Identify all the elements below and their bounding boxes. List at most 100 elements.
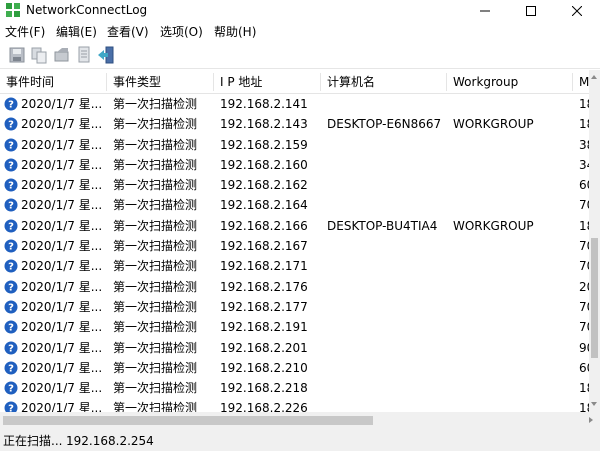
cell-workgroup: WORKGROUP bbox=[453, 218, 534, 233]
cell-event-type: 第一次扫描检测 bbox=[113, 320, 198, 335]
vertical-scroll-thumb[interactable] bbox=[591, 238, 598, 358]
menu-help[interactable]: 帮助(H) bbox=[214, 24, 256, 40]
cell-event-time: 2020/1/7 星... bbox=[21, 198, 103, 213]
table-row[interactable]: ? 2020/1/7 星... 第一次扫描检测 192.168.2.210 60 bbox=[0, 358, 589, 378]
table-row[interactable]: ? 2020/1/7 星... 第一次扫描检测 192.168.2.143 DESKTO… bbox=[0, 114, 589, 134]
network-app-icon bbox=[6, 3, 20, 17]
cell-computer-name bbox=[327, 317, 446, 337]
cell-event-time: 2020/1/7 星... bbox=[21, 259, 103, 274]
minimize-button[interactable] bbox=[462, 0, 508, 21]
question-icon: ? bbox=[4, 259, 18, 273]
table-row[interactable]: ? 2020/1/7 星... 第一次扫描检测 192.168.2.164 70 bbox=[0, 195, 589, 215]
table-row[interactable]: ? 2020/1/7 星... 第一次扫描检测 192.168.2.191 70 bbox=[0, 317, 589, 337]
cell-event-type: 第一次扫描检测 bbox=[113, 137, 198, 152]
column-header-m[interactable]: M bbox=[573, 70, 589, 94]
status-ip: 192.168.2.254 bbox=[66, 434, 154, 448]
cell-workgroup bbox=[453, 94, 572, 114]
horizontal-scrollbar[interactable] bbox=[0, 412, 600, 430]
question-icon: ? bbox=[4, 97, 18, 111]
cell-event-time: 2020/1/7 星... bbox=[21, 279, 103, 294]
cell-m: 60 bbox=[579, 178, 589, 193]
event-list[interactable]: 事件时间 事件类型 I P 地址 计算机名 Workgroup M ? 2020/… bbox=[0, 70, 589, 412]
cell-m: 90 bbox=[579, 340, 589, 355]
svg-text:?: ? bbox=[8, 201, 14, 212]
svg-text:?: ? bbox=[8, 363, 14, 374]
column-header-computer-name[interactable]: 计算机名 bbox=[321, 70, 446, 94]
close-button[interactable] bbox=[554, 0, 600, 21]
html-report-icon bbox=[78, 46, 90, 63]
column-header-workgroup[interactable]: Workgroup bbox=[447, 70, 572, 94]
question-icon: ? bbox=[4, 381, 18, 395]
status-text: 正在扫描... bbox=[3, 434, 63, 448]
cell-m: 70 bbox=[579, 198, 589, 213]
cell-event-time: 2020/1/7 星... bbox=[21, 157, 103, 172]
cell-ip-address: 192.168.2.210 bbox=[220, 360, 308, 375]
table-row[interactable]: ? 2020/1/7 星... 第一次扫描检测 192.168.2.159 38 bbox=[0, 135, 589, 155]
cell-event-time: 2020/1/7 星... bbox=[21, 137, 103, 152]
cell-event-time: 2020/1/7 星... bbox=[21, 117, 103, 132]
cell-m: 60 bbox=[579, 360, 589, 375]
column-header-event-type[interactable]: 事件类型 bbox=[107, 70, 213, 94]
cell-computer-name bbox=[327, 358, 446, 378]
cell-event-type: 第一次扫描检测 bbox=[113, 360, 198, 375]
cell-computer-name bbox=[327, 236, 446, 256]
cell-ip-address: 192.168.2.141 bbox=[220, 97, 308, 111]
exit-icon bbox=[98, 46, 114, 64]
cell-event-type: 第一次扫描检测 bbox=[113, 157, 198, 172]
horizontal-scroll-thumb[interactable] bbox=[3, 416, 373, 425]
cell-m: 70 bbox=[579, 320, 589, 335]
cell-ip-address: 192.168.2.171 bbox=[220, 259, 308, 274]
cell-event-type: 第一次扫描检测 bbox=[113, 259, 198, 274]
cell-workgroup bbox=[453, 155, 572, 175]
properties-button[interactable] bbox=[53, 46, 71, 64]
html-report-button[interactable] bbox=[75, 46, 93, 64]
menu-edit[interactable]: 编辑(E) bbox=[56, 24, 97, 40]
table-row[interactable]: ? 2020/1/7 星... 第一次扫描检测 192.168.2.167 70 bbox=[0, 236, 589, 256]
column-header-event-time[interactable]: 事件时间 bbox=[0, 70, 106, 94]
cell-ip-address: 192.168.2.166 bbox=[220, 218, 308, 233]
menu-view[interactable]: 查看(V) bbox=[107, 24, 149, 40]
question-icon: ? bbox=[4, 117, 18, 131]
cell-ip-address: 192.168.2.226 bbox=[220, 401, 308, 412]
menu-options[interactable]: 选项(O) bbox=[160, 24, 203, 40]
cell-workgroup bbox=[453, 338, 572, 358]
table-row[interactable]: ? 2020/1/7 星... 第一次扫描检测 192.168.2.218 18 bbox=[0, 378, 589, 398]
cell-m: 70 bbox=[579, 299, 589, 314]
question-icon: ? bbox=[4, 361, 18, 375]
cell-ip-address: 192.168.2.201 bbox=[220, 340, 308, 355]
table-row[interactable]: ? 2020/1/7 星... 第一次扫描检测 192.168.2.162 60 bbox=[0, 175, 589, 195]
svg-text:?: ? bbox=[8, 242, 14, 253]
question-icon: ? bbox=[4, 341, 18, 355]
cell-computer-name bbox=[327, 338, 446, 358]
cell-workgroup bbox=[453, 175, 572, 195]
table-row[interactable]: ? 2020/1/7 星... 第一次扫描检测 192.168.2.166 DESKTO… bbox=[0, 216, 589, 236]
cell-computer-name bbox=[327, 135, 446, 155]
table-row[interactable]: ? 2020/1/7 星... 第一次扫描检测 192.168.2.201 90 bbox=[0, 338, 589, 358]
maximize-button[interactable] bbox=[508, 0, 554, 21]
menu-file[interactable]: 文件(F) bbox=[5, 24, 45, 40]
table-row[interactable]: ? 2020/1/7 星... 第一次扫描检测 192.168.2.177 70 bbox=[0, 297, 589, 317]
cell-workgroup bbox=[453, 358, 572, 378]
cell-event-time: 2020/1/7 星... bbox=[21, 381, 103, 396]
table-row[interactable]: ? 2020/1/7 星... 第一次扫描检测 192.168.2.171 70 bbox=[0, 256, 589, 276]
table-row[interactable]: ? 2020/1/7 星... 第一次扫描检测 192.168.2.160 34 bbox=[0, 155, 589, 175]
cell-m: 70 bbox=[579, 239, 589, 254]
question-icon: ? bbox=[4, 178, 18, 192]
cell-event-type: 第一次扫描检测 bbox=[113, 117, 198, 132]
cell-event-type: 第一次扫描检测 bbox=[113, 178, 198, 193]
scroll-down-arrow-icon[interactable] bbox=[591, 402, 597, 406]
svg-text:?: ? bbox=[8, 282, 14, 293]
column-header-ip-address[interactable]: I P 地址 bbox=[214, 70, 320, 94]
cell-event-type: 第一次扫描检测 bbox=[113, 381, 198, 396]
save-button[interactable] bbox=[8, 46, 26, 64]
vertical-scrollbar[interactable] bbox=[589, 70, 600, 412]
copy-button[interactable] bbox=[30, 46, 48, 64]
table-row[interactable]: ? 2020/1/7 星... 第一次扫描检测 192.168.2.141 18 bbox=[0, 94, 589, 114]
cell-computer-name bbox=[327, 398, 446, 412]
list-header: 事件时间 事件类型 I P 地址 计算机名 Workgroup M bbox=[0, 70, 589, 94]
table-row[interactable]: ? 2020/1/7 星... 第一次扫描检测 192.168.2.226 18 bbox=[0, 398, 589, 412]
exit-button[interactable] bbox=[97, 46, 115, 64]
table-row[interactable]: ? 2020/1/7 星... 第一次扫描检测 192.168.2.176 20 bbox=[0, 277, 589, 297]
scroll-up-arrow-icon[interactable] bbox=[591, 75, 597, 79]
scroll-right-arrow-icon[interactable] bbox=[589, 417, 593, 423]
